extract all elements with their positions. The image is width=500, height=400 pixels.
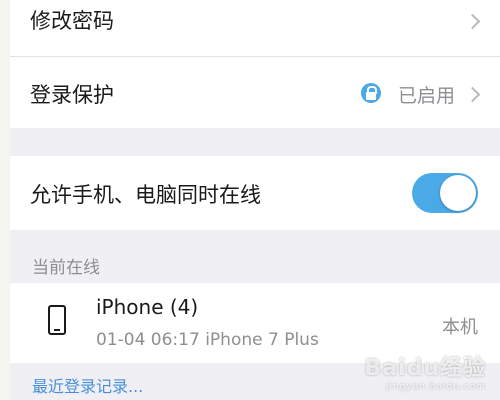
chevron-right-icon <box>464 86 481 103</box>
baidu-jingyan-watermark: Baidu经验 jingyan.baidu.com <box>364 350 486 392</box>
recent-login-records-link[interactable]: 最近登录记录... <box>32 373 143 397</box>
security-settings-group: 修改密码 登录保护 已启用 <box>10 0 500 128</box>
online-section-title: 当前在线 <box>32 258 100 278</box>
watermark-url: jingyan.baidu.com <box>385 382 486 392</box>
chevron-right-icon <box>464 13 481 30</box>
multi-device-row: 允许手机、电脑同时在线 <box>10 156 500 230</box>
change-password-label: 修改密码 <box>30 9 114 33</box>
multi-device-toggle[interactable] <box>412 173 478 213</box>
watermark-brand: Baidu经验 <box>364 356 486 381</box>
change-password-row[interactable]: 修改密码 <box>10 0 500 56</box>
login-protection-status: 已启用 <box>397 85 455 107</box>
multi-device-group: 允许手机、电脑同时在线 <box>10 156 500 230</box>
login-protection-label: 登录保护 <box>30 83 114 107</box>
left-edge-strip <box>0 0 10 400</box>
multi-device-label: 允许手机、电脑同时在线 <box>30 183 261 207</box>
login-protection-row[interactable]: 登录保护 已启用 <box>10 57 500 128</box>
current-device-tag: 本机 <box>442 317 478 338</box>
phone-icon <box>48 305 66 335</box>
lock-icon <box>361 83 381 103</box>
device-name: iPhone (4) <box>96 295 199 319</box>
toggle-knob <box>440 175 476 211</box>
device-meta: 01-04 06:17 iPhone 7 Plus <box>96 330 319 350</box>
